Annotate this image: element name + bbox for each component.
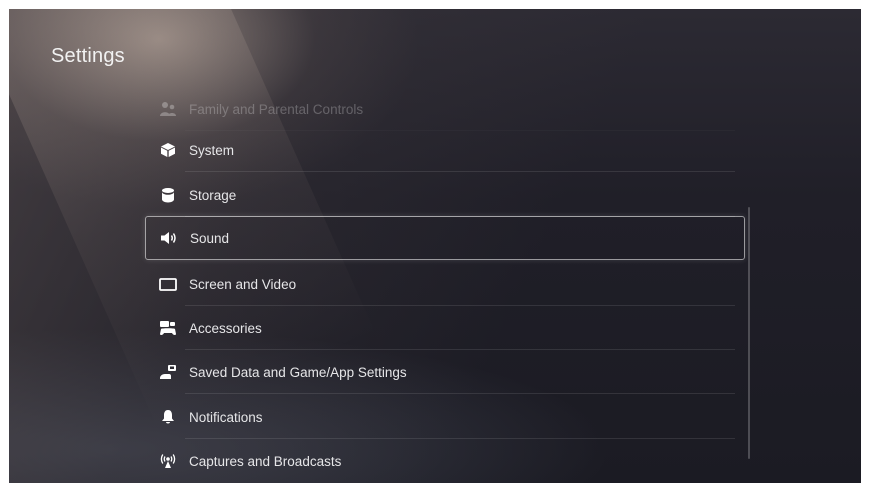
storage-icon: [159, 186, 177, 204]
menu-item-label: Family and Parental Controls: [189, 101, 364, 117]
saved-data-icon: [159, 363, 177, 381]
menu-item-label: System: [189, 142, 235, 158]
menu-item-screen-and-video[interactable]: Screen and Video: [145, 262, 745, 306]
settings-screen: Settings Family and Parental Controls Sy…: [9, 9, 861, 483]
menu-item-system[interactable]: System: [145, 128, 745, 172]
screen-icon: [159, 275, 177, 293]
system-cube-icon: [159, 141, 177, 159]
speaker-icon: [160, 229, 178, 247]
broadcast-icon: [159, 452, 177, 470]
divider: [185, 393, 735, 394]
menu-item-family-parental-controls[interactable]: Family and Parental Controls: [145, 87, 745, 131]
menu-item-accessories[interactable]: Accessories: [145, 306, 745, 350]
menu-item-captures-and-broadcasts[interactable]: Captures and Broadcasts: [145, 439, 745, 483]
menu-item-label: Screen and Video: [189, 276, 297, 292]
page-title: Settings: [51, 45, 125, 67]
menu-item-label: Sound: [190, 230, 230, 246]
menu-item-label: Accessories: [189, 320, 262, 336]
divider: [185, 171, 735, 172]
menu-item-saved-data-game-app-settings[interactable]: Saved Data and Game/App Settings: [145, 350, 745, 394]
menu-item-label: Saved Data and Game/App Settings: [189, 364, 407, 380]
menu-item-notifications[interactable]: Notifications: [145, 395, 745, 439]
menu-item-label: Notifications: [189, 409, 263, 425]
menu-item-storage[interactable]: Storage: [145, 173, 745, 217]
menu-item-label: Storage: [189, 187, 237, 203]
menu-item-sound[interactable]: Sound: [145, 216, 745, 260]
scrollbar[interactable]: [748, 207, 750, 459]
family-icon: [159, 100, 177, 118]
bell-icon: [159, 408, 177, 426]
accessories-icon: [159, 319, 177, 337]
menu-item-label: Captures and Broadcasts: [189, 453, 342, 469]
